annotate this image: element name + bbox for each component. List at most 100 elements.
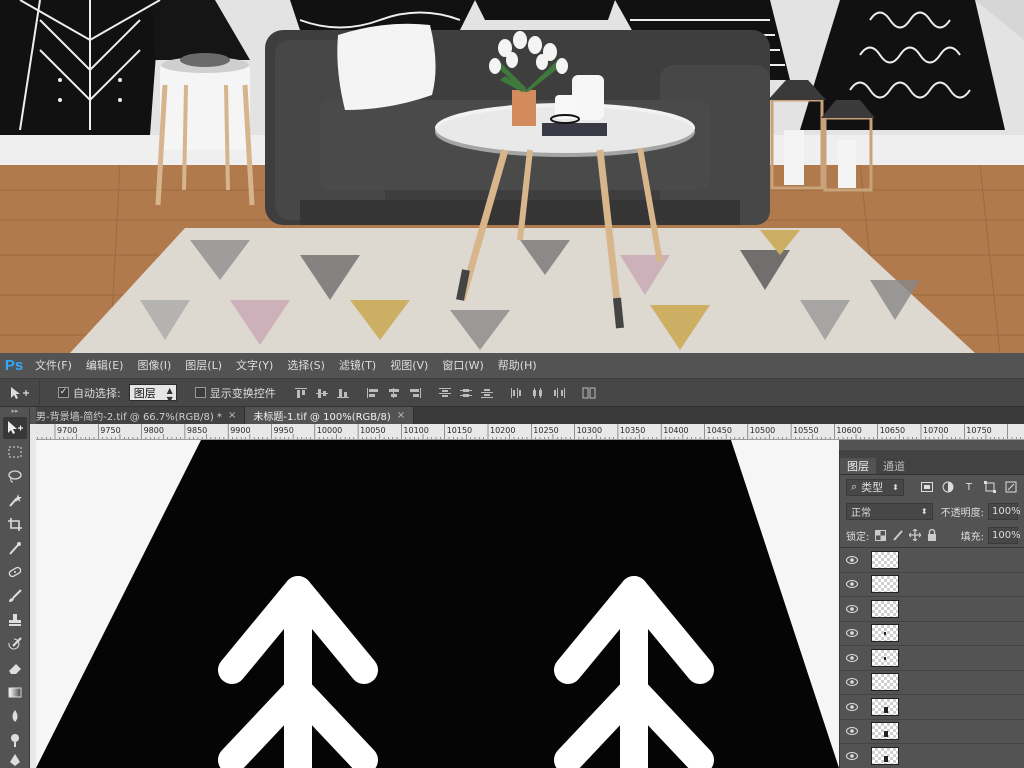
clone-stamp-tool[interactable]	[3, 609, 27, 631]
distribute-vcenter-icon[interactable]	[457, 385, 475, 401]
move-tool[interactable]	[3, 417, 27, 439]
align-hcenter-icon[interactable]	[385, 385, 403, 401]
history-brush-tool[interactable]	[3, 633, 27, 655]
document-canvas[interactable]	[36, 440, 839, 768]
layer-row[interactable]	[840, 720, 1024, 744]
pixel-layer-filter-icon[interactable]	[920, 480, 935, 494]
lock-pixels-icon[interactable]	[892, 528, 904, 542]
layer-row[interactable]	[840, 622, 1024, 646]
distribute-right-icon[interactable]	[550, 385, 568, 401]
visibility-eye-icon[interactable]	[840, 727, 864, 736]
smart-object-filter-icon[interactable]	[1003, 480, 1018, 494]
layer-filter-dropdown[interactable]: ⌕ 类型 ⬍	[846, 478, 904, 496]
clone-stamp-icon	[9, 614, 21, 626]
visibility-eye-icon[interactable]	[840, 604, 864, 613]
horizontal-ruler[interactable]: 9700 9750 9800 9850 9900 9950 10000 10050 10100 1…	[36, 424, 1024, 440]
healing-brush-tool[interactable]	[3, 561, 27, 583]
lock-all-icon[interactable]	[926, 528, 938, 542]
gradient-tool[interactable]	[3, 681, 27, 703]
visibility-eye-icon[interactable]	[840, 629, 864, 638]
menu-layer[interactable]: 图层(L)	[178, 353, 229, 379]
crop-icon	[8, 518, 22, 531]
ruler-label: 10150	[446, 426, 473, 435]
lock-position-icon[interactable]	[909, 528, 922, 542]
tab-channels[interactable]: 通道	[876, 458, 912, 474]
visibility-eye-icon[interactable]	[840, 702, 864, 711]
distribute-hcenter-icon[interactable]	[529, 385, 547, 401]
healing-brush-icon	[8, 566, 22, 578]
menu-image[interactable]: 图像(I)	[130, 353, 178, 379]
eyedropper-tool[interactable]	[3, 537, 27, 559]
align-vcenter-icon[interactable]	[313, 385, 331, 401]
blend-mode-dropdown[interactable]: 正常 ⬍	[846, 502, 933, 520]
show-transform-checkbox[interactable]	[194, 387, 206, 398]
close-icon[interactable]: ×	[228, 410, 236, 421]
tab-document-1[interactable]: 男-背景墙-简约-2.tif @ 66.7%(RGB/8) * ×	[36, 407, 246, 424]
opacity-input[interactable]: 100%	[988, 502, 1021, 520]
marquee-tool[interactable]	[3, 441, 27, 463]
visibility-eye-icon[interactable]	[840, 751, 864, 760]
distribute-left-icon[interactable]	[508, 385, 526, 401]
distribute-bottom-icon[interactable]	[478, 385, 496, 401]
align-bottom-icon[interactable]	[334, 385, 352, 401]
menu-filter[interactable]: 滤镜(T)	[332, 353, 383, 379]
visibility-eye-icon[interactable]	[840, 678, 864, 687]
ruler-ticks	[37, 424, 1021, 439]
auto-select-checkbox[interactable]: ✓	[58, 387, 69, 398]
crop-tool[interactable]	[3, 513, 27, 535]
ruler-label: 10650	[879, 426, 906, 435]
tab-document-2[interactable]: 未标题-1.tif @ 100%(RGB/8) ×	[245, 407, 415, 424]
layer-row[interactable]	[840, 573, 1024, 597]
menu-file[interactable]: 文件(F)	[28, 353, 79, 379]
dodge-tool[interactable]	[3, 729, 27, 751]
pen-tool[interactable]	[3, 749, 27, 768]
thumbnail-mark	[884, 632, 886, 636]
menu-view[interactable]: 视图(V)	[383, 353, 435, 379]
layers-panel-tabs: 图层 通道	[840, 458, 1024, 475]
brush-tool[interactable]	[3, 585, 27, 607]
layer-row[interactable]	[840, 646, 1024, 671]
layer-row[interactable]	[840, 671, 1024, 695]
thumbnail-mark	[884, 656, 886, 660]
layer-row[interactable]	[840, 548, 1024, 573]
tools-panel-grip[interactable]: ▸▸	[0, 407, 30, 415]
fill-input[interactable]: 100%	[988, 526, 1021, 544]
menu-select[interactable]: 选择(S)	[280, 353, 332, 379]
layer-row[interactable]	[840, 744, 1024, 768]
magic-wand-tool[interactable]	[3, 489, 27, 511]
menu-help[interactable]: 帮助(H)	[491, 353, 544, 379]
ruler-label: 9850	[186, 426, 208, 435]
visibility-eye-icon[interactable]	[840, 580, 864, 589]
eraser-icon	[9, 664, 21, 674]
layer-thumbnail	[871, 648, 899, 667]
layer-row[interactable]	[840, 597, 1024, 622]
align-top-icon[interactable]	[292, 385, 310, 401]
blur-tool[interactable]	[3, 705, 27, 727]
photoshop-logo: Ps	[4, 357, 24, 374]
type-layer-filter-icon[interactable]: T	[962, 480, 977, 494]
lock-transparency-icon[interactable]	[874, 528, 887, 542]
lasso-icon	[8, 470, 22, 483]
search-icon: ⌕	[851, 480, 858, 493]
menu-edit[interactable]: 编辑(E)	[79, 353, 131, 379]
menu-type[interactable]: 文字(Y)	[229, 353, 280, 379]
blend-mode-value: 正常	[851, 507, 871, 519]
layer-row[interactable]	[840, 695, 1024, 720]
menu-window[interactable]: 窗口(W)	[435, 353, 490, 379]
eraser-tool[interactable]	[3, 657, 27, 679]
align-right-icon[interactable]	[406, 385, 424, 401]
visibility-eye-icon[interactable]	[840, 653, 864, 662]
layers-panel-header[interactable]	[840, 450, 1024, 458]
tool-preset-picker[interactable]	[0, 378, 40, 407]
close-icon[interactable]: ×	[397, 410, 405, 421]
distribute-top-icon[interactable]	[436, 385, 454, 401]
adjustment-layer-filter-icon[interactable]	[941, 480, 956, 494]
visibility-eye-icon[interactable]	[840, 555, 864, 564]
align-left-icon[interactable]	[364, 385, 382, 401]
auto-align-layers-icon[interactable]	[580, 385, 598, 401]
lasso-tool[interactable]	[3, 465, 27, 487]
auto-select-target-dropdown[interactable]: 图层 ▲ ▼	[128, 384, 177, 404]
shape-layer-filter-icon[interactable]	[982, 480, 997, 494]
tab-layers[interactable]: 图层	[840, 458, 876, 474]
ruler-label: 10250	[533, 426, 559, 435]
